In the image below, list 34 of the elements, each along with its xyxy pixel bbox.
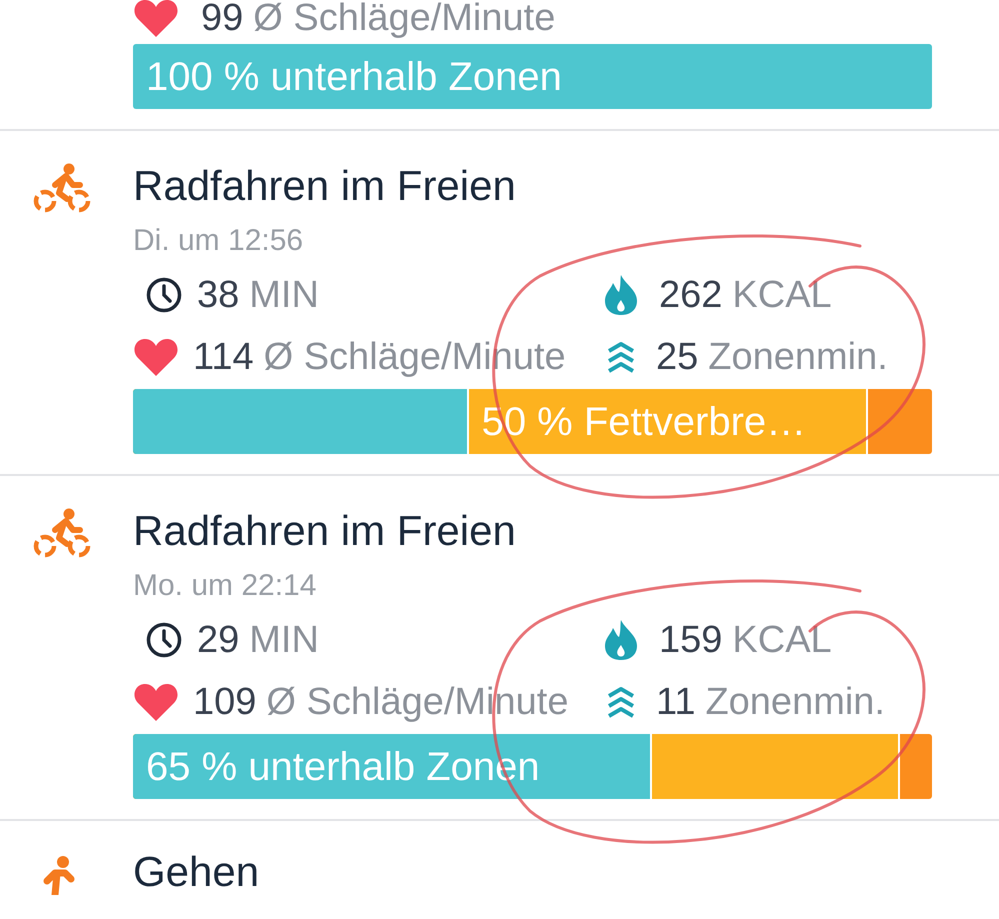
heart-rate-value: 114 [193, 338, 254, 376]
activity-time: Di. um 12:56 [133, 223, 304, 259]
heart-icon [133, 337, 179, 377]
activity-time: Mo. um 22:14 [133, 568, 318, 604]
heart-icon [133, 0, 179, 38]
calories-value: 159 [659, 621, 722, 659]
cyclist-icon [32, 163, 90, 213]
activity-title: Gehen [133, 847, 260, 897]
heart-rate-value: 99 [201, 0, 244, 37]
clock-icon [145, 621, 183, 659]
flame-icon [603, 619, 639, 661]
duration-value: 29 [197, 621, 240, 659]
zone-minutes-value: 11 [656, 683, 696, 721]
calories-unit: KCAL [732, 276, 832, 314]
duration-unit: MIN [249, 276, 319, 314]
calories-unit: KCAL [732, 621, 832, 659]
heart-rate-unit: Ø Schläge/Minute [253, 0, 556, 37]
cyclist-icon [32, 508, 90, 558]
zone-label: 50 % Fettverbre… [482, 402, 806, 442]
activity-title: Radfahren im Freien [133, 506, 517, 556]
zone-label: 100 % unterhalb Zonen [146, 56, 562, 96]
zone-minutes-unit: Zonenmin. [705, 683, 885, 721]
zone-minutes-value: 25 [656, 338, 698, 376]
flame-icon [603, 274, 639, 316]
calories-value: 262 [659, 276, 722, 314]
stacked-chevrons-icon [606, 684, 636, 720]
zone-minutes-unit: Zonenmin. [708, 338, 888, 376]
heart-rate-value: 109 [193, 683, 256, 721]
heart-icon [133, 682, 179, 722]
duration-value: 38 [197, 276, 240, 314]
duration-unit: MIN [249, 621, 319, 659]
stacked-chevrons-icon [606, 339, 636, 375]
clock-icon [145, 276, 183, 314]
activity-title: Radfahren im Freien [133, 161, 517, 211]
